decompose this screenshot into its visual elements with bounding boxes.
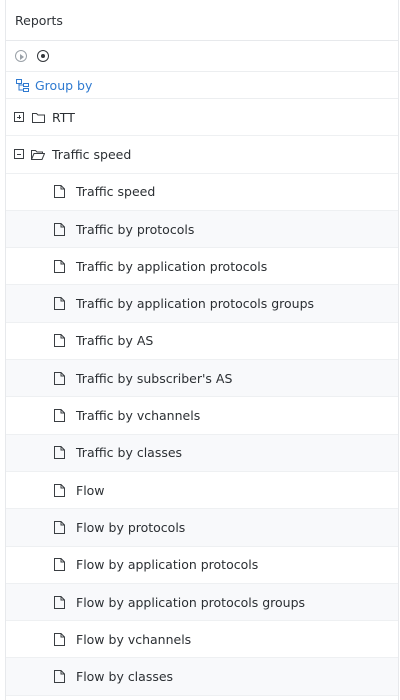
file-icon	[52, 185, 66, 199]
report-item[interactable]: Flow by application protocols groups	[6, 583, 398, 622]
report-item-label: Flow by application protocols groups	[76, 594, 306, 610]
file-icon	[52, 334, 66, 348]
report-item[interactable]: Flow by vchannels	[6, 621, 398, 659]
group-by-label: Group by	[35, 77, 93, 93]
file-icon	[52, 558, 66, 572]
report-item-label: Flow by vchannels	[76, 631, 192, 647]
tree-node-label: Traffic speed	[52, 146, 132, 162]
report-item[interactable]: Traffic by vchannels	[6, 397, 398, 435]
report-item-label: Traffic by application protocols groups	[76, 296, 315, 312]
file-icon	[52, 632, 66, 646]
report-item-label: Traffic by subscriber's AS	[76, 370, 233, 386]
report-item[interactable]: Traffic by AS	[6, 323, 398, 361]
file-icon	[52, 520, 66, 534]
report-item[interactable]: Traffic by protocols	[6, 210, 398, 249]
file-icon	[52, 371, 66, 385]
group-by-icon	[15, 78, 29, 92]
reports-panel: Reports Group by RTT Traffic speed Traff…	[5, 0, 399, 700]
report-item[interactable]: Flow by protocols	[6, 509, 398, 547]
play-circle-icon[interactable]	[15, 50, 27, 62]
report-item-label: Flow by protocols	[76, 519, 186, 535]
collapse-minus-icon[interactable]	[14, 149, 24, 160]
report-item-label: Traffic by application protocols	[76, 258, 268, 274]
report-item[interactable]: Traffic by application protocols	[6, 248, 398, 286]
file-icon	[52, 670, 66, 684]
file-icon	[52, 595, 66, 609]
report-item[interactable]: Flow by classes	[6, 658, 398, 696]
report-item-label: Traffic by AS	[76, 333, 154, 349]
report-item[interactable]: Flow	[6, 472, 398, 510]
report-item-label: Traffic by classes	[76, 445, 183, 461]
expand-plus-icon[interactable]	[14, 112, 24, 123]
report-item[interactable]: Traffic by subscriber's AS	[6, 360, 398, 398]
stop-circle-icon[interactable]	[37, 50, 49, 62]
file-icon	[52, 297, 66, 311]
tree-node-rtt[interactable]: RTT	[6, 99, 398, 137]
folder-icon	[31, 110, 45, 124]
report-item-label: Traffic by protocols	[76, 221, 195, 237]
tree-node-label: RTT	[52, 109, 75, 125]
report-item-label: Traffic by vchannels	[76, 408, 201, 424]
report-item-label: Flow by classes	[76, 669, 174, 685]
report-item[interactable]: Traffic by classes	[6, 434, 398, 472]
report-item[interactable]: Traffic speed	[6, 174, 398, 211]
toolbar	[6, 41, 398, 72]
report-item-label: Flow by application protocols	[76, 557, 259, 573]
report-item-label: Flow	[76, 482, 105, 498]
file-icon	[52, 222, 66, 236]
report-item[interactable]: Traffic by application protocols groups	[6, 285, 398, 323]
file-icon	[52, 483, 66, 497]
file-icon	[52, 409, 66, 423]
folder-open-icon	[31, 147, 45, 161]
report-item-label: Traffic speed	[76, 184, 156, 200]
report-item[interactable]: Flow by application protocols	[6, 547, 398, 584]
tree-node-traffic-speed[interactable]: Traffic speed	[6, 136, 398, 174]
group-by-button[interactable]: Group by	[6, 72, 398, 99]
file-icon	[52, 446, 66, 460]
panel-title: Reports	[6, 0, 398, 41]
file-icon	[52, 259, 66, 273]
